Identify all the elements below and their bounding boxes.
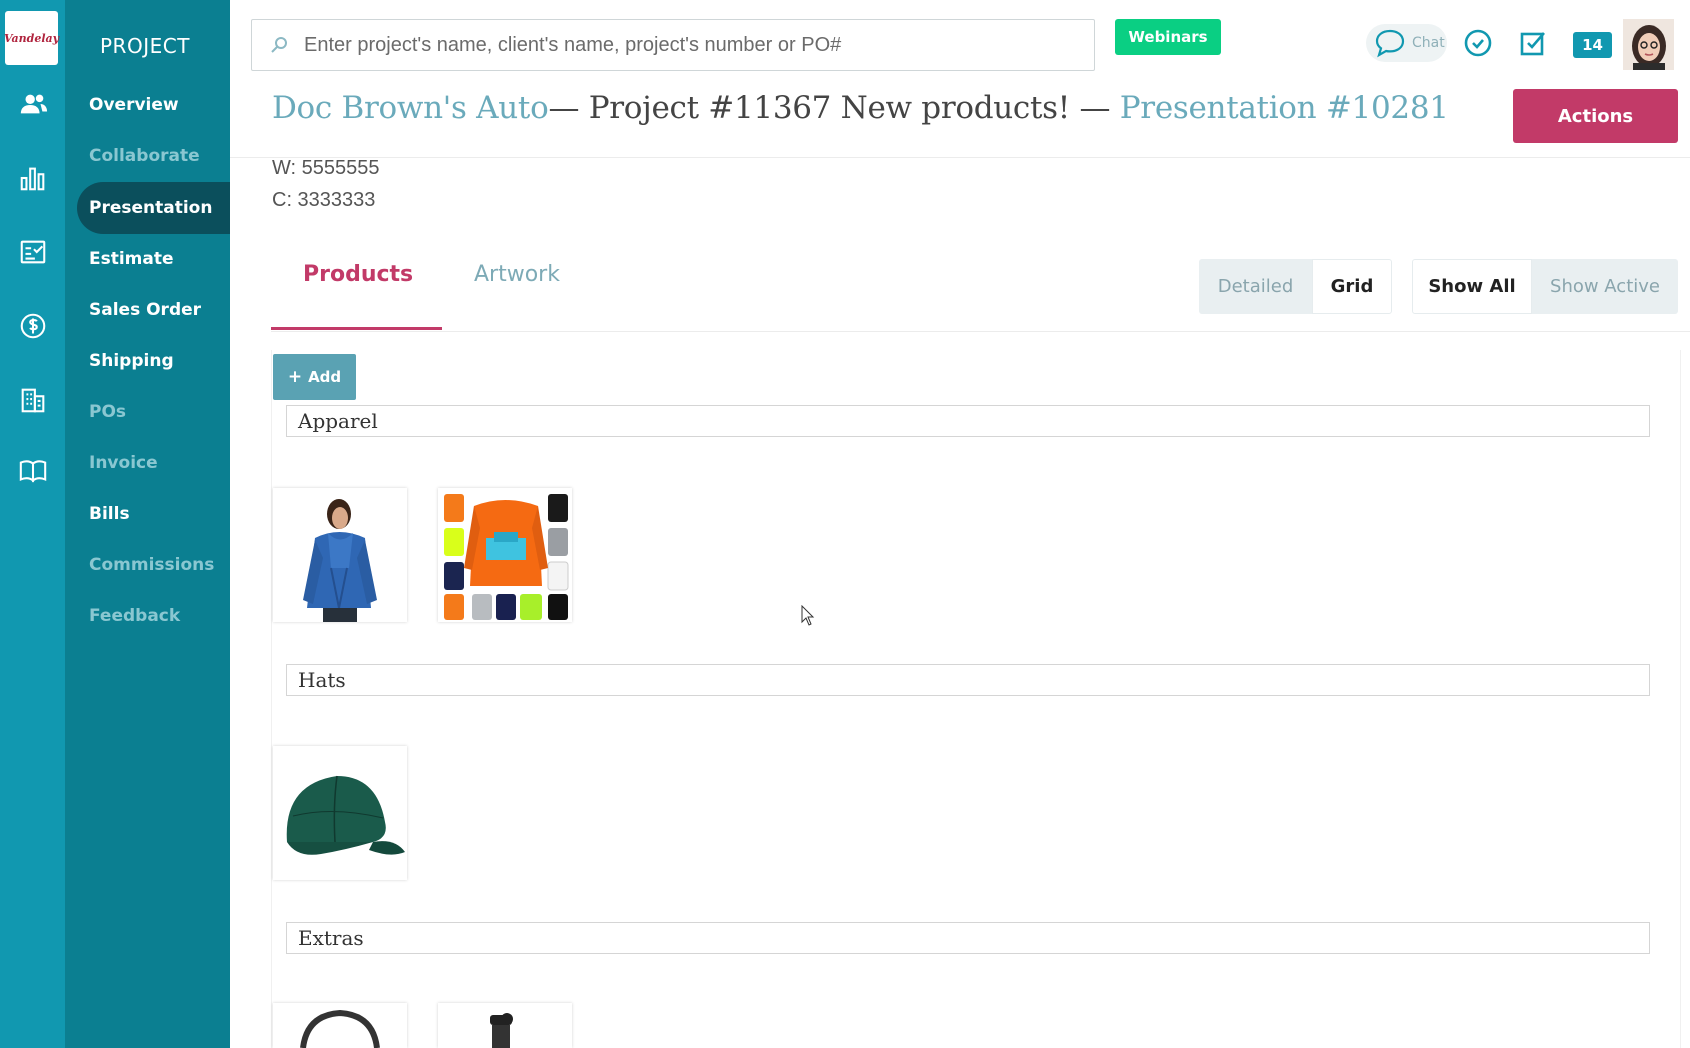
nav-section-title: PROJECT xyxy=(100,34,190,58)
nav-item-estimate[interactable]: Estimate xyxy=(77,233,230,285)
nav-item-feedback[interactable]: Feedback xyxy=(77,590,230,642)
add-button[interactable]: + Add xyxy=(273,354,356,400)
tasks-icon[interactable] xyxy=(1518,27,1550,59)
chat-label: Chat xyxy=(1412,35,1445,51)
checklist-icon[interactable] xyxy=(17,236,49,268)
nav-item-invoice[interactable]: Invoice xyxy=(77,437,230,489)
active-tab-indicator xyxy=(271,327,442,330)
page-title: Doc Brown's Auto— Project #11367 New pro… xyxy=(272,90,1449,126)
tab-artwork[interactable]: Artwork xyxy=(474,262,560,287)
company-logo[interactable]: Vandelay xyxy=(3,11,60,65)
project-title: — Project #11367 New products! — xyxy=(548,90,1111,126)
view-detailed-toggle[interactable]: Detailed xyxy=(1199,259,1312,314)
view-grid-toggle[interactable]: Grid xyxy=(1312,259,1392,314)
mouse-cursor-icon xyxy=(801,605,815,626)
nav-item-commissions[interactable]: Commissions xyxy=(77,539,230,591)
contact-work-phone: W: 5555555 xyxy=(272,157,380,179)
logo-text: Vandelay xyxy=(3,31,60,45)
section-header-extras[interactable]: Extras xyxy=(286,922,1650,954)
avatar[interactable] xyxy=(1623,19,1674,70)
product-thumbnail-bottle[interactable] xyxy=(438,1003,572,1048)
add-label: Add xyxy=(308,368,342,386)
contact-cell-phone: C: 3333333 xyxy=(272,189,376,211)
header-divider xyxy=(230,157,1690,158)
icon-rail: Vandelay xyxy=(0,0,65,1048)
webinars-button[interactable]: Webinars xyxy=(1115,19,1221,55)
product-thumbnail-blue-sweater[interactable] xyxy=(273,488,407,622)
nav-item-pos[interactable]: POs xyxy=(77,386,230,438)
nav-item-overview[interactable]: Overview xyxy=(77,79,230,131)
dollar-icon[interactable] xyxy=(17,310,49,342)
search-input[interactable] xyxy=(304,33,1064,57)
product-thumbnail-colored-tees[interactable] xyxy=(438,488,572,622)
nav-item-sales-order[interactable]: Sales Order xyxy=(77,284,230,336)
nav-item-bills[interactable]: Bills xyxy=(77,488,230,540)
section-header-apparel[interactable]: Apparel xyxy=(286,405,1650,437)
client-link[interactable]: Doc Brown's Auto xyxy=(272,90,549,126)
section-header-hats[interactable]: Hats xyxy=(286,664,1650,696)
book-icon[interactable] xyxy=(17,455,49,487)
search-icon xyxy=(271,37,287,53)
nav-item-shipping[interactable]: Shipping xyxy=(77,335,230,387)
filter-show-all[interactable]: Show All xyxy=(1412,259,1532,314)
product-thumbnail-steering-wheel[interactable] xyxy=(273,1003,407,1048)
product-thumbnail-green-cap[interactable] xyxy=(273,746,407,880)
bar-chart-icon[interactable] xyxy=(17,162,49,194)
nav-item-collaborate[interactable]: Collaborate xyxy=(77,130,230,182)
notification-badge[interactable]: 14 xyxy=(1573,32,1612,58)
project-nav: PROJECT Overview Collaborate Presentatio… xyxy=(65,0,230,1048)
nav-item-presentation[interactable]: Presentation xyxy=(77,182,230,234)
clock-check-icon[interactable] xyxy=(1462,27,1494,59)
filter-show-active[interactable]: Show Active xyxy=(1532,259,1678,314)
chat-button[interactable]: Chat xyxy=(1366,24,1447,62)
building-icon[interactable] xyxy=(17,384,49,416)
chat-bubble-icon xyxy=(1375,29,1405,58)
tabs-divider xyxy=(271,331,1690,332)
presentation-link[interactable]: Presentation #10281 xyxy=(1120,90,1449,126)
actions-button[interactable]: Actions xyxy=(1513,89,1678,143)
global-search[interactable] xyxy=(251,19,1095,71)
plus-icon: + xyxy=(287,367,303,387)
tab-products[interactable]: Products xyxy=(303,262,413,287)
users-icon[interactable] xyxy=(17,88,49,120)
